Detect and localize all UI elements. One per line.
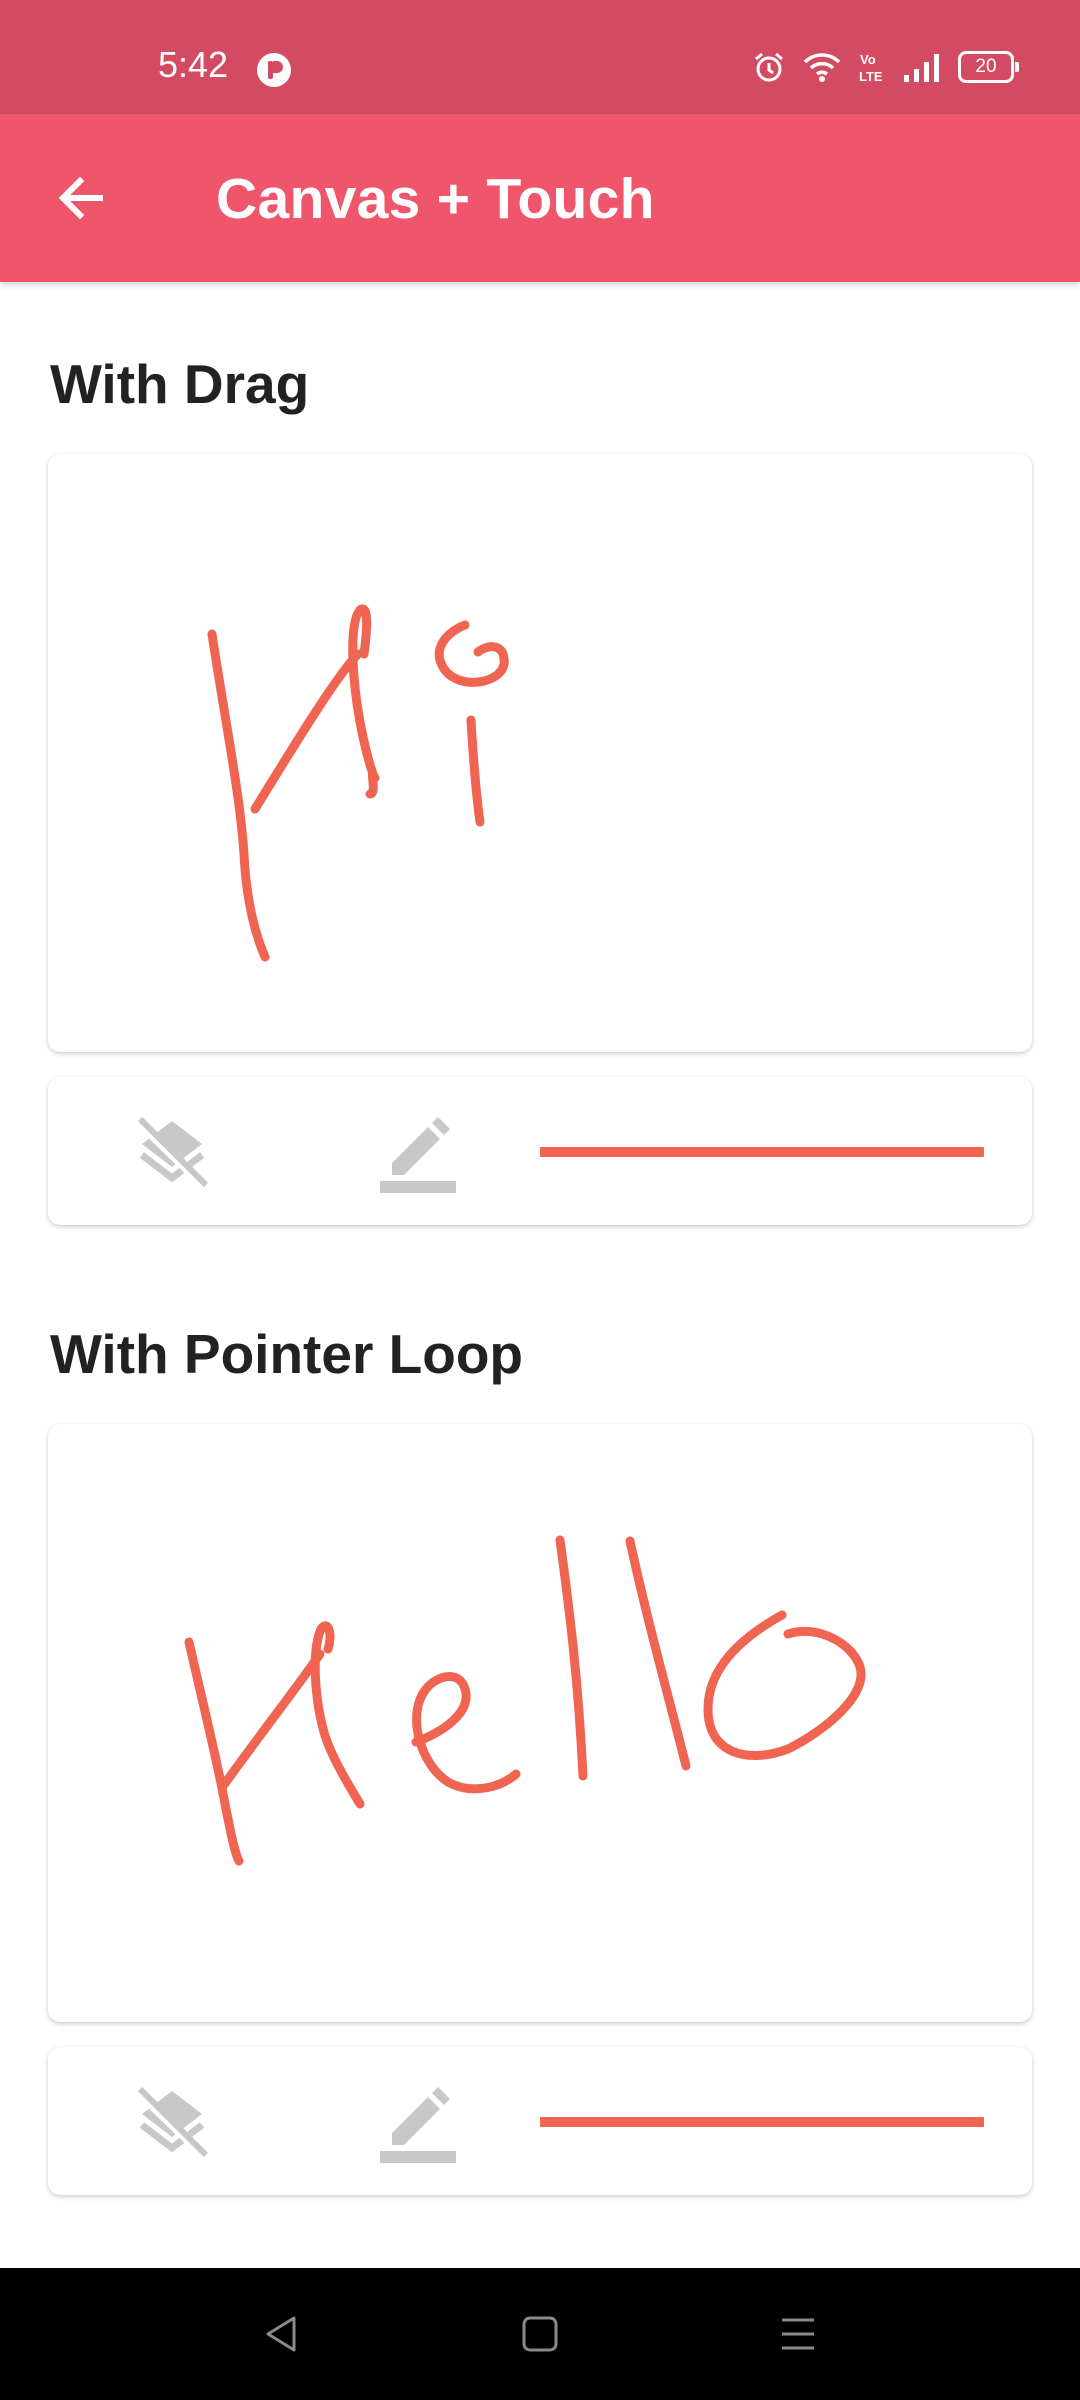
svg-text:Vo: Vo	[860, 52, 876, 67]
drawing-hi	[207, 604, 509, 962]
app-notification-icon	[257, 53, 291, 87]
volte-icon: Vo LTE	[859, 52, 883, 84]
app-bar: Canvas + Touch	[0, 114, 1080, 282]
section-title-pointer-loop: With Pointer Loop	[50, 1323, 524, 1385]
pointer-loop-toolbar	[48, 2047, 1032, 2195]
svg-text:LTE: LTE	[859, 69, 883, 84]
drawing-hello	[184, 1535, 866, 1866]
drag-toolbar	[48, 1077, 1032, 1225]
section-title-drag: With Drag	[50, 353, 310, 415]
layers-clear-icon[interactable]	[132, 1113, 212, 1193]
wifi-icon	[803, 53, 841, 82]
battery-icon: 20	[958, 51, 1019, 83]
pointer-loop-canvas[interactable]	[48, 1424, 1032, 2022]
edit-pen-icon[interactable]	[378, 1113, 458, 1193]
stroke-color-preview[interactable]	[540, 2117, 984, 2127]
edit-pen-icon[interactable]	[378, 2083, 458, 2163]
back-triangle-icon[interactable]	[262, 2314, 302, 2354]
alarm-icon	[755, 52, 783, 82]
signal-icon	[904, 54, 939, 82]
battery-level: 20	[975, 56, 997, 77]
drag-canvas[interactable]	[48, 454, 1032, 1052]
layers-clear-icon[interactable]	[132, 2083, 212, 2163]
status-time: 5:42	[158, 44, 229, 85]
stroke-color-preview[interactable]	[540, 1147, 984, 1157]
home-square-icon[interactable]	[520, 2314, 560, 2354]
app-title: Canvas + Touch	[216, 167, 655, 231]
status-icons: Vo LTE 20	[752, 50, 1019, 84]
status-bar: 5:42 Vo LTE 20	[0, 0, 1080, 114]
back-arrow-icon[interactable]	[52, 168, 112, 228]
recents-menu-icon[interactable]	[778, 2314, 818, 2354]
system-nav-bar	[0, 2268, 1080, 2400]
